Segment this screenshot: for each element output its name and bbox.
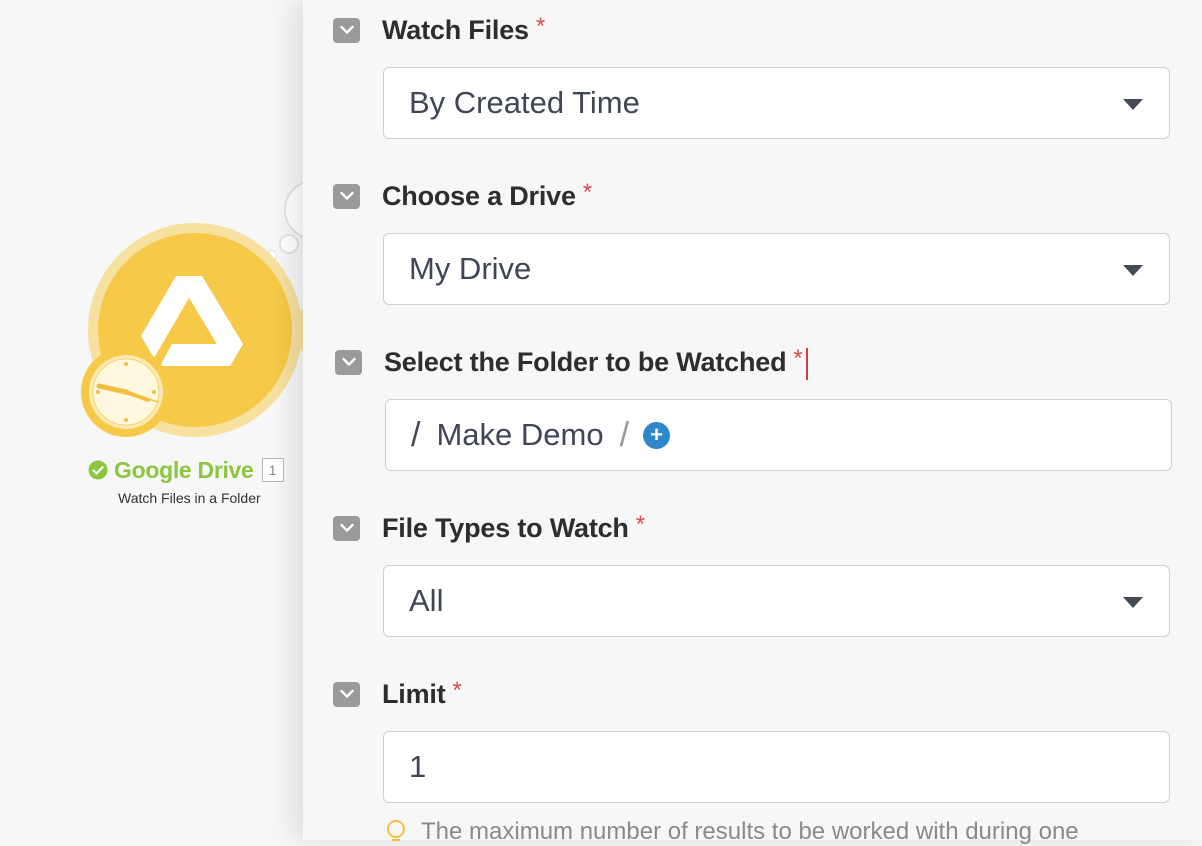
text-cursor xyxy=(805,348,808,380)
folder-name[interactable]: Make Demo xyxy=(436,417,603,453)
folder-collapse-button[interactable] xyxy=(335,349,362,375)
file-types-label: File Types to Watch xyxy=(382,512,629,543)
required-marker: * xyxy=(452,677,462,704)
thought-bubble-large xyxy=(284,180,303,240)
module-title-row: Google Drive 1 xyxy=(88,455,284,485)
add-subfolder-button[interactable]: + xyxy=(643,421,671,449)
watch-files-value: By Created Time xyxy=(409,85,640,120)
file-types-label-row: File Types to Watch * xyxy=(333,511,646,544)
drive-label-row: Choose a Drive * xyxy=(333,179,593,212)
module-id-badge: 1 xyxy=(261,458,284,482)
folder-path-trailing-separator: / xyxy=(619,415,630,454)
drive-value: My Drive xyxy=(409,251,532,286)
folder-path-separator: / xyxy=(411,415,421,454)
dropdown-caret-icon xyxy=(1123,265,1143,276)
chevron-down-icon xyxy=(341,357,356,366)
file-types-select[interactable]: All xyxy=(383,565,1170,637)
drive-select[interactable]: My Drive xyxy=(383,233,1170,305)
required-marker: * xyxy=(635,511,646,538)
dropdown-caret-icon xyxy=(1123,597,1143,608)
limit-help-text: The maximum number of results to be work… xyxy=(421,818,1079,845)
watch-files-select[interactable]: By Created Time xyxy=(383,67,1170,139)
thought-bubble-medium xyxy=(279,234,299,254)
drive-collapse-button[interactable] xyxy=(333,183,360,209)
folder-label: Select the Folder to be Watched xyxy=(384,346,787,377)
file-types-collapse-button[interactable] xyxy=(333,515,360,541)
limit-value: 1 xyxy=(409,749,427,784)
required-marker: * xyxy=(535,13,546,40)
watch-files-label-row: Watch Files * xyxy=(333,13,546,46)
module-subtitle: Watch Files in a Folder xyxy=(118,490,261,506)
limit-label: Limit xyxy=(382,678,446,709)
watch-files-label: Watch Files xyxy=(382,14,529,45)
required-marker: * xyxy=(582,179,593,206)
limit-input[interactable]: 1 xyxy=(383,731,1170,803)
scenario-canvas: Google Drive 1 Watch Files in a Folder xyxy=(0,0,303,840)
folder-label-row: Select the Folder to be Watched * xyxy=(335,345,808,380)
clock-icon xyxy=(81,347,171,437)
chevron-down-icon xyxy=(339,191,354,200)
chevron-down-icon xyxy=(339,25,354,34)
folder-picker[interactable]: / Make Demo / + xyxy=(385,399,1172,471)
module-title: Google Drive xyxy=(114,456,254,483)
check-circle-icon xyxy=(88,460,108,480)
lightbulb-icon xyxy=(387,820,405,841)
file-types-value: All xyxy=(409,583,444,618)
folder-path: / Make Demo / + xyxy=(411,400,671,470)
limit-help-text-row: The maximum number of results to be work… xyxy=(385,818,1079,846)
limit-label-row: Limit * xyxy=(333,677,462,710)
limit-collapse-button[interactable] xyxy=(333,681,360,707)
drive-label: Choose a Drive xyxy=(382,180,576,211)
chevron-down-icon xyxy=(339,523,354,532)
dropdown-caret-icon xyxy=(1123,99,1143,110)
module-settings-panel: Watch Files * By Created Time Choose a D… xyxy=(303,0,1202,845)
watch-files-collapse-button[interactable] xyxy=(333,17,360,43)
required-marker: * xyxy=(793,345,803,372)
chevron-down-icon xyxy=(339,689,354,698)
